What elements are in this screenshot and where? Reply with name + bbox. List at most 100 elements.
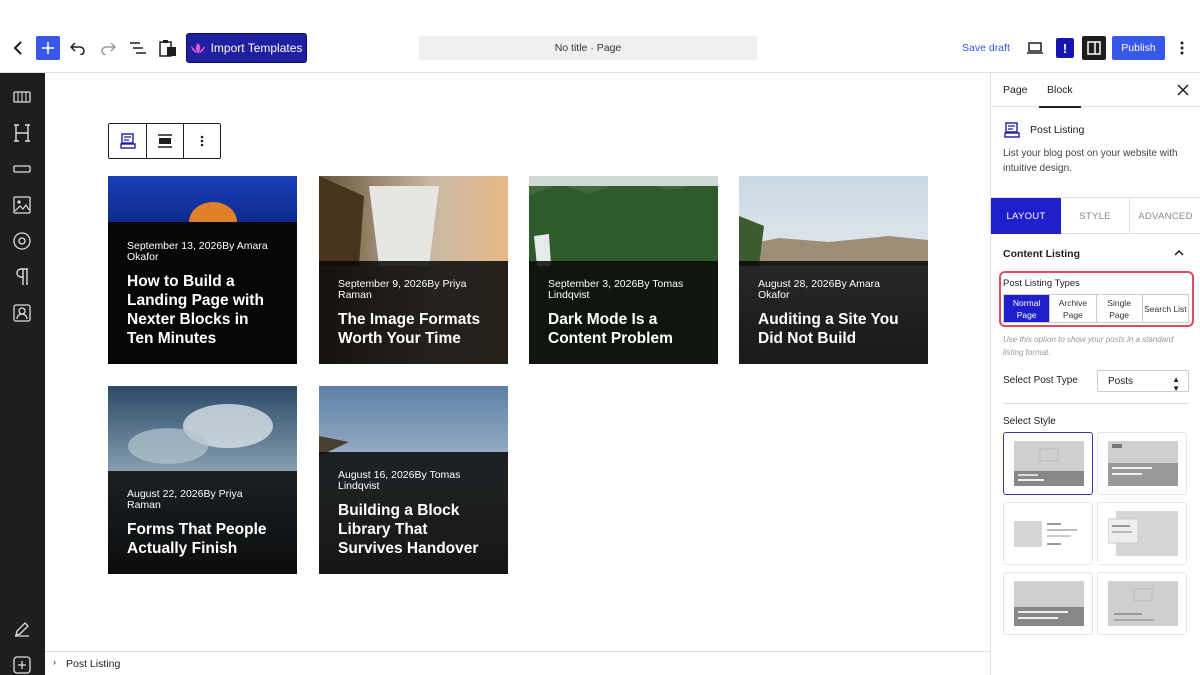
post-title[interactable]: Building a Block Library That Survives H… [338,501,489,558]
rail-edit-button[interactable] [11,618,33,640]
post-meta: August 22, 2026By Priya Raman [127,488,243,511]
post-title[interactable]: Dark Mode Is a Content Problem [548,310,699,348]
post-title[interactable]: Forms That People Actually Finish [127,520,278,558]
block-description: List your blog post on your website with… [1003,148,1178,174]
heading-block-icon [14,124,30,142]
undo-button[interactable] [68,38,88,58]
style-preview [1014,511,1084,556]
style-option-4[interactable] [1097,502,1187,565]
style-thumbnail [1014,521,1077,547]
post-meta: September 3, 2026By Tomas Lindqvist [548,278,684,301]
post-card[interactable]: August 28, 2026By Amara Okafor Auditing … [739,176,928,364]
rail-item-slider[interactable] [11,86,33,108]
rail-add-button[interactable] [11,654,33,675]
publish-button[interactable]: Publish [1112,36,1165,60]
plus-icon [42,42,54,54]
nexter-settings-button[interactable]: ! [1056,38,1074,58]
post-overlay: August 28, 2026By Amara Okafor Auditing … [739,261,928,364]
settings-panel-toggle[interactable] [1082,36,1106,60]
rail-item-button[interactable] [11,158,33,180]
clipboard-icon [159,40,176,57]
rail-item-paragraph[interactable] [11,266,33,288]
style-thumbnail [1108,441,1178,486]
tab-layout[interactable]: LAYOUT [991,198,1061,234]
sidebar-toggle-icon [1087,41,1101,55]
align-button[interactable] [147,124,184,158]
style-option-2[interactable] [1097,432,1187,495]
post-overlay: September 3, 2026By Tomas Lindqvist Dark… [529,261,718,364]
style-thumbnail [1108,581,1178,626]
block-type-button[interactable] [109,124,147,158]
post-title[interactable]: The Image Formats Worth Your Time [338,310,489,348]
post-meta: September 9, 2026By Priya Raman [338,278,467,301]
style-option-1[interactable] [1003,432,1093,495]
redo-button[interactable] [98,38,118,58]
pencil-icon [15,622,29,637]
post-meta: August 16, 2026By Tomas Lindqvist [338,469,461,492]
post-title[interactable]: How to Build a Landing Page with Nexter … [127,272,278,348]
back-button[interactable] [8,36,28,60]
style-thumbnail [1014,441,1084,486]
post-type-select[interactable]: Posts ▲ ▼ [1097,370,1189,393]
document-overview-button[interactable] [128,38,148,58]
style-thumbnail [1014,581,1084,626]
more-vertical-icon [200,135,204,147]
add-block-button[interactable] [36,36,60,60]
panel-tabs: LAYOUT STYLE ADVANCED [991,197,1200,234]
post-card[interactable]: August 22, 2026By Priya Raman Forms That… [108,386,297,574]
undo-icon [70,42,85,55]
tab-page[interactable]: Page [1003,73,1028,107]
lotus-logo-icon [190,43,205,53]
type-single-page[interactable]: Single Page [1097,295,1143,322]
post-card[interactable]: August 16, 2026By Tomas Lindqvist Buildi… [319,386,508,574]
align-wide-icon [158,134,172,148]
style-option-6[interactable] [1097,572,1187,635]
post-overlay: September 9, 2026By Priya Raman The Imag… [319,261,508,364]
section-title[interactable]: Content Listing [1003,248,1080,260]
type-normal-page[interactable]: Normal Page [1004,295,1051,322]
divider [1003,403,1189,404]
style-option-5[interactable] [1003,572,1093,635]
select-style-label: Select Style [1003,416,1056,427]
rail-item-heading[interactable] [11,122,33,144]
tab-advanced[interactable]: ADVANCED [1130,198,1200,234]
settings-sidebar: Page Block Post Listing List your blog p… [990,73,1200,675]
tab-block[interactable]: Block [1039,73,1081,108]
paragraph-block-icon [16,268,28,285]
chevron-up-icon[interactable] [1173,248,1185,258]
rail-item-image[interactable] [11,194,33,216]
post-card[interactable]: September 9, 2026By Priya Raman The Imag… [319,176,508,364]
type-search-list[interactable]: Search List [1143,295,1188,322]
import-templates-label: Import Templates [210,41,303,55]
document-title-bar[interactable]: No title · Page [419,36,757,60]
help-text: Use this option to show your posts in a … [1003,335,1174,357]
post-card[interactable]: September 3, 2026By Tomas Lindqvist Dark… [529,176,718,364]
profile-block-icon [13,304,31,322]
tab-style[interactable]: STYLE [1061,198,1130,234]
post-listing-types-group: Normal Page Archive Page Single Page Sea… [1003,294,1189,323]
post-title[interactable]: Auditing a Site You Did Not Build [758,310,909,348]
editor-canvas[interactable]: September 13, 2026By Amara Okafor How to… [45,73,990,651]
post-card[interactable]: September 13, 2026By Amara Okafor How to… [108,176,297,364]
style-option-3[interactable] [1003,502,1093,565]
clipboard-button[interactable] [158,38,178,58]
more-vertical-icon [1180,41,1184,55]
slider-block-icon [13,91,31,103]
block-name: Post Listing [1030,124,1085,136]
post-overlay: September 13, 2026By Amara Okafor How to… [108,222,297,364]
desktop-preview-icon [1027,42,1043,54]
chevron-right-icon: › [53,657,56,667]
import-templates-button[interactable]: Import Templates [186,33,307,63]
block-options-button[interactable] [184,124,220,158]
block-breadcrumb-bar: › Post Listing [45,651,990,675]
rail-item-profile[interactable] [11,302,33,324]
post-listing-icon [1004,122,1020,138]
close-icon[interactable] [1177,84,1189,96]
post-type-label: Select Post Type [1003,375,1078,386]
rail-item-circle[interactable] [11,230,33,252]
options-menu-button[interactable] [1176,38,1188,58]
type-archive-page[interactable]: Archive Page [1050,295,1097,322]
preview-button[interactable] [1026,39,1044,57]
breadcrumb-item[interactable]: Post Listing [66,658,120,670]
save-draft-button[interactable]: Save draft [962,42,1010,54]
